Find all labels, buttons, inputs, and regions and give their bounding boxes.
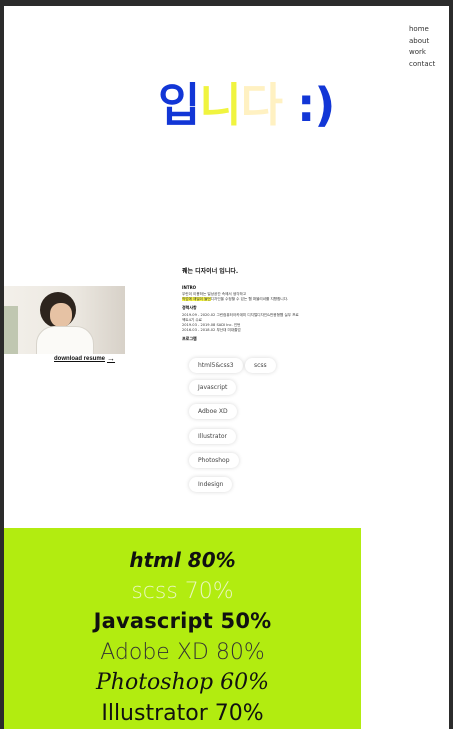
nav-contact[interactable]: contact (409, 59, 435, 71)
resume-title: 꿰는 디자이너 입니다. (182, 268, 239, 275)
skill-pill: Photoshop (189, 453, 239, 468)
skill-percent-item: Adobe XD 80% (100, 640, 265, 665)
skill-pill: Adboe XD (189, 404, 237, 419)
intro-heading: INTRO (182, 285, 197, 290)
skill-pill: html5&css3 (189, 358, 243, 373)
hero-smiley: :) (281, 78, 335, 132)
skill-percent-section: html 80% scss 70% Javascript 50% Adobe X… (4, 528, 361, 729)
skill-percent-item: Javascript 50% (93, 609, 272, 633)
nav-about[interactable]: about (409, 36, 435, 48)
skill-pill: Javascript (189, 380, 237, 395)
nav-home[interactable]: home (409, 24, 435, 36)
main-nav: home about work contact (409, 24, 435, 70)
skill-pill: Indesign (189, 477, 233, 492)
intro-line-rest: 디자인을 수정할 수 있는 웹 퍼블리셔를 지향합니다. (210, 297, 289, 301)
intro-highlight: 작업에 재밀이 들던 (182, 297, 211, 301)
download-resume-link[interactable]: download resume → (54, 354, 116, 363)
download-resume-label: download resume (54, 356, 106, 362)
program-heading: 프로그램 (182, 336, 197, 341)
career-line: 2016.03 - 2018.02 부산대 미대졸업 (182, 328, 241, 332)
skill-pills: html5&css3 scss Javascript Adboe XD Illu… (189, 355, 299, 495)
hero-heading: 입니다 :) (158, 70, 358, 140)
career-heading: 경력사항 (182, 305, 197, 310)
right-frame-bar (449, 0, 453, 729)
skill-percent-item: html 80% (129, 548, 236, 572)
skill-percent-item: scss 70% (131, 579, 234, 604)
hero-char-2: 니 (199, 78, 241, 132)
skill-pill: Illustrator (189, 429, 237, 444)
hero-char-1: 입 (158, 78, 200, 132)
top-frame-bar (0, 0, 453, 6)
hero-char-3: 다 (240, 78, 283, 132)
skill-percent-item: Illustrator 70% (101, 701, 264, 726)
profile-photo (4, 286, 125, 354)
resume-section: 꿰는 디자이너 입니다. INTRO 우린이 이용하는 일상공간 속에서 생각하… (182, 266, 382, 344)
skill-pill: scss (245, 358, 276, 373)
arrow-right-icon: → (107, 354, 116, 363)
skill-percent-item: Photoshop 60% (96, 670, 269, 695)
intro-line: 작업에 재밀이 들던디자인을 수정할 수 있는 웹 퍼블리셔를 지향합니다. (182, 297, 382, 302)
nav-work[interactable]: work (409, 47, 435, 59)
